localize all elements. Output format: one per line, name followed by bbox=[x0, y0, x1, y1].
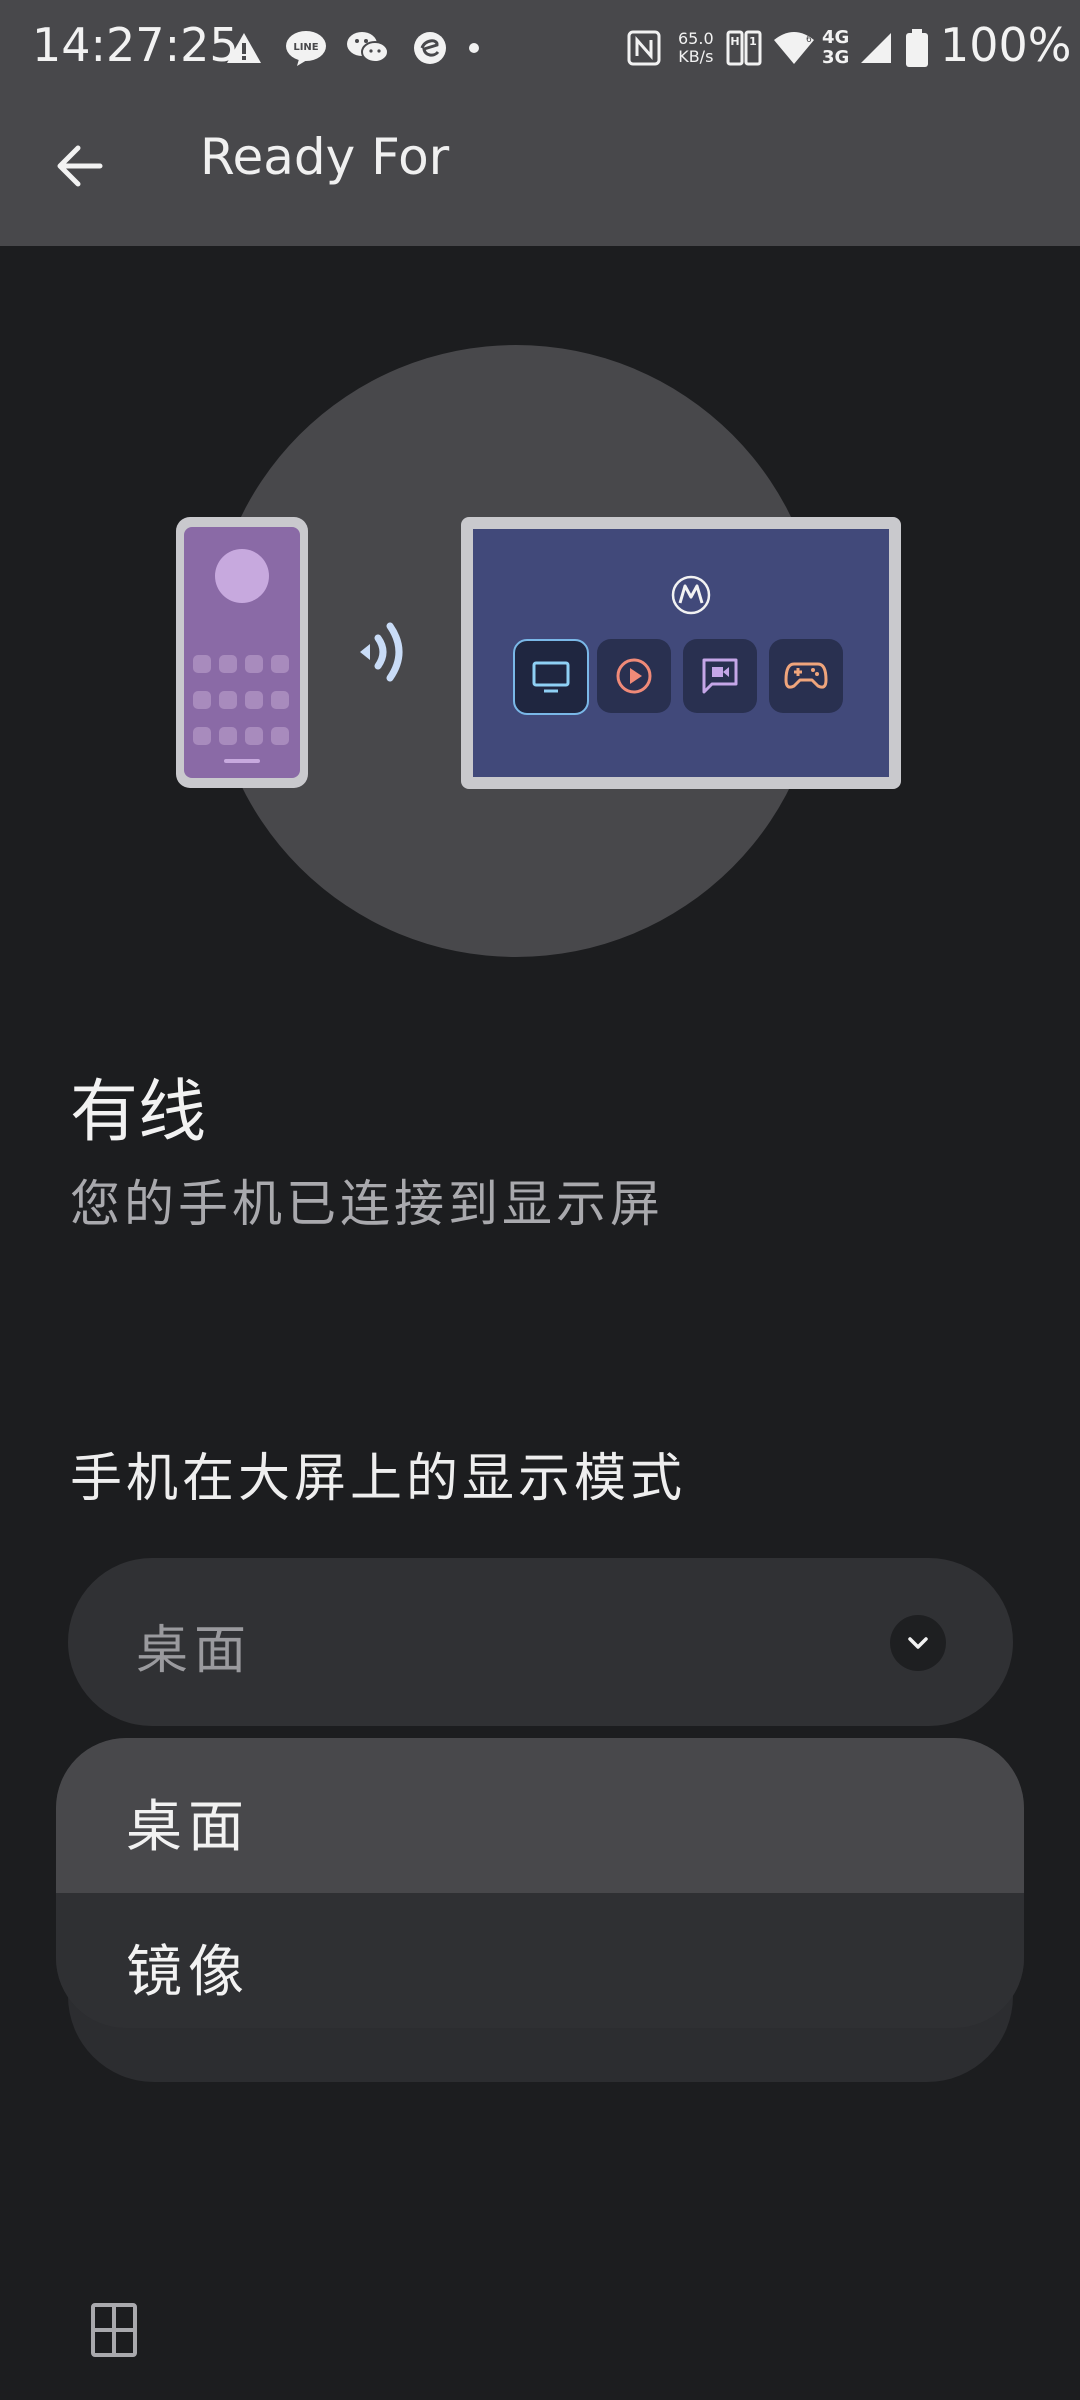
svg-text:H: H bbox=[730, 35, 739, 48]
svg-text:LINE: LINE bbox=[293, 42, 318, 53]
app-dot bbox=[245, 691, 263, 709]
app-bar bbox=[0, 96, 1080, 246]
home-indicator bbox=[224, 759, 260, 763]
phone-screen bbox=[184, 527, 300, 778]
app-dot bbox=[193, 727, 211, 745]
dropdown-toggle[interactable] bbox=[890, 1615, 946, 1671]
network-type-top: 4G bbox=[822, 27, 850, 48]
chevron-down-icon bbox=[908, 1637, 928, 1649]
tv-icon bbox=[532, 661, 570, 693]
page-title: Ready For bbox=[200, 128, 450, 186]
tv-tile bbox=[513, 639, 589, 715]
connection-title: 有线 bbox=[70, 1073, 207, 1152]
app-dot bbox=[193, 655, 211, 673]
battery-icon bbox=[902, 28, 932, 68]
dropdown-selected-value: 桌面 bbox=[136, 1621, 253, 1681]
play-tile bbox=[597, 639, 671, 713]
app-dot bbox=[271, 727, 289, 745]
app-dot bbox=[193, 691, 211, 709]
app-dot bbox=[219, 691, 237, 709]
menu-option-mirror[interactable]: 镜像 bbox=[56, 1893, 1024, 2028]
svg-text:1: 1 bbox=[749, 35, 757, 48]
video-chat-tile bbox=[683, 639, 757, 713]
gamepad-tile bbox=[769, 639, 843, 713]
status-time: 14:27:25 bbox=[32, 18, 239, 72]
network-type: 4G 3G bbox=[822, 28, 849, 68]
video-chat-icon bbox=[702, 658, 738, 694]
play-icon bbox=[616, 658, 652, 694]
display-mode-dropdown[interactable]: 桌面 bbox=[68, 1558, 1013, 1726]
wifi-icon: 6 bbox=[770, 28, 818, 68]
app-dot bbox=[271, 691, 289, 709]
grid-icon[interactable] bbox=[90, 2302, 138, 2358]
signal-icon bbox=[858, 28, 894, 68]
network-type-bottom: 3G bbox=[822, 47, 850, 68]
tablet-illustration bbox=[461, 517, 901, 789]
wechat-icon bbox=[346, 28, 390, 68]
wireless-waves-icon bbox=[360, 622, 403, 682]
warning-icon bbox=[224, 28, 264, 68]
app-dot bbox=[245, 727, 263, 745]
line-app-icon: LINE bbox=[284, 28, 328, 68]
back-button[interactable] bbox=[40, 126, 120, 206]
battery-percent: 100% bbox=[940, 18, 1072, 72]
menu-option-label: 桌面 bbox=[126, 1795, 250, 1860]
display-mode-menu: 桌面 镜像 bbox=[56, 1738, 1024, 2028]
gamepad-icon bbox=[784, 662, 828, 689]
motorola-logo-icon bbox=[671, 575, 711, 615]
app-dot bbox=[271, 655, 289, 673]
arrow-left-icon bbox=[57, 145, 103, 187]
dot-icon bbox=[464, 28, 484, 68]
app-dot bbox=[219, 655, 237, 673]
net-speed: 65.0 KB/s bbox=[678, 30, 714, 66]
svg-text:6: 6 bbox=[806, 35, 812, 45]
sim-icon: H1 bbox=[724, 28, 764, 68]
browser-icon bbox=[410, 28, 450, 68]
net-speed-value: 65.0 bbox=[678, 29, 714, 48]
display-mode-label: 手机在大屏上的显示模式 bbox=[70, 1449, 687, 1509]
tablet-screen bbox=[473, 529, 889, 777]
net-speed-unit: KB/s bbox=[678, 47, 714, 66]
nfc-icon bbox=[624, 28, 664, 68]
menu-option-label: 镜像 bbox=[126, 1940, 250, 2005]
status-bar: 14:27:25 LINE 65.0 KB/s H1 6 4G 3G 100% bbox=[0, 0, 1080, 96]
phone-illustration bbox=[176, 517, 308, 788]
phone-avatar bbox=[215, 549, 269, 603]
app-dot bbox=[219, 727, 237, 745]
connection-subtitle: 您的手机已连接到显示屏 bbox=[70, 1175, 664, 1233]
app-dot bbox=[245, 655, 263, 673]
menu-option-desktop[interactable]: 桌面 bbox=[56, 1738, 1024, 1893]
